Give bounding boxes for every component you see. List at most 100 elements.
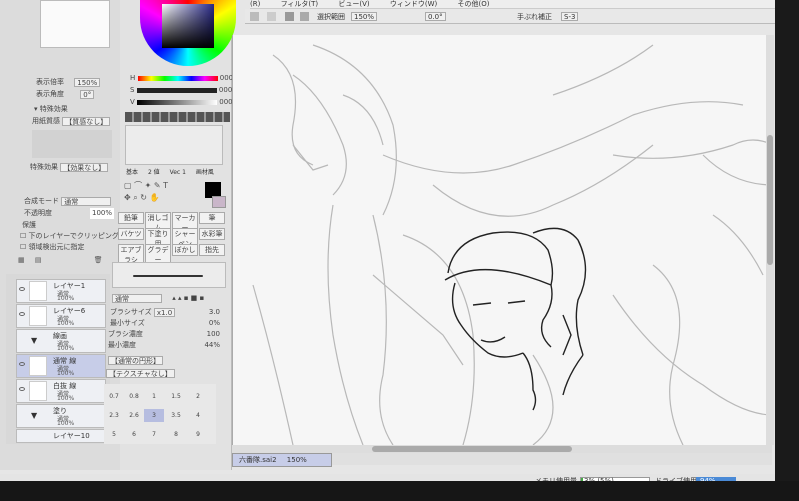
size-preset[interactable]: 7 — [144, 428, 164, 441]
scratchpad[interactable] — [125, 125, 223, 165]
size-preset[interactable]: 2.3 — [104, 409, 124, 422]
nav-zoom-value[interactable]: 150% — [74, 77, 101, 87]
blend-select[interactable]: 通常 — [61, 196, 112, 206]
angle-input[interactable]: 0.0° — [425, 12, 446, 21]
tool-pencil[interactable]: 鉛筆 — [118, 212, 144, 224]
menu-item-partial[interactable]: (R) — [250, 0, 260, 8]
layer-item[interactable]: レイヤー10 — [16, 429, 106, 443]
tool-brush[interactable]: 筆 — [199, 212, 225, 224]
toolbar-swatch-2[interactable] — [267, 12, 276, 21]
sat-slider[interactable] — [136, 87, 217, 93]
layer-item[interactable]: レイヤー1 通常 100% — [16, 279, 106, 303]
brush-mode-select[interactable]: 通常 — [112, 293, 162, 303]
zoom-select[interactable]: 150% — [351, 12, 378, 21]
tool-icons: ▢ ⌒ ✦ ✎ T ✥ ⌕ ↻ ✋ — [124, 180, 204, 204]
size-preset-selected[interactable]: 3 — [144, 409, 164, 422]
brush-icon[interactable]: ✎ — [154, 181, 161, 190]
eye-icon[interactable] — [19, 362, 25, 366]
layer-item[interactable]: レイヤー6 通常 100% — [16, 304, 106, 328]
hue-label: H — [130, 74, 136, 82]
drawing-canvas[interactable] — [232, 35, 774, 446]
tool-tab-binary[interactable]: 2 値 — [148, 169, 160, 176]
min-size-value[interactable]: 0% — [209, 318, 220, 329]
paper-label: 用紙質感 — [32, 117, 60, 125]
lasso-icon[interactable]: ⌒ — [134, 181, 142, 190]
hand-icon[interactable]: ✋ — [150, 193, 160, 202]
tool-finger[interactable]: 指先 — [199, 244, 225, 256]
brush-size-value[interactable]: 3.0 — [209, 307, 220, 318]
density-value[interactable]: 100 — [207, 329, 220, 340]
folder-expand-icon[interactable]: ▼ — [31, 336, 37, 345]
size-preset[interactable]: 3.5 — [166, 409, 186, 422]
size-preset[interactable]: 0.7 — [104, 390, 124, 403]
tool-tab-vec[interactable]: Vec 1 — [170, 169, 186, 176]
size-preset[interactable]: 2.6 — [124, 409, 144, 422]
size-preset[interactable]: 6 — [124, 428, 144, 441]
size-preset[interactable]: 1.5 — [166, 390, 186, 403]
detect-checkbox[interactable]: ☐ — [20, 243, 26, 251]
hue-row: H 000 — [130, 73, 240, 84]
hue-slider[interactable] — [137, 75, 218, 81]
document-tab-bar: 六番隊.sai2 150% — [232, 453, 772, 467]
effect-select[interactable]: 【効果なし】 — [60, 162, 109, 172]
h-scrollbar-thumb[interactable] — [372, 446, 572, 452]
size-preset[interactable]: 9 — [188, 428, 208, 441]
brush-shape-select[interactable]: 【通常の円形】 — [108, 355, 163, 365]
min-density-value[interactable]: 44% — [204, 340, 220, 351]
tool-watercolor[interactable]: 水彩筆 — [199, 228, 225, 240]
brush-size-mult[interactable]: x1.0 — [153, 307, 176, 317]
text-icon[interactable]: T — [163, 181, 168, 190]
vertical-scrollbar[interactable] — [766, 35, 774, 445]
sat-value: 000 — [218, 86, 233, 94]
layer-item[interactable]: 白抜 線通常 100% — [16, 379, 106, 403]
layer-folder[interactable]: ▼ 線画 通常 100% — [16, 329, 106, 353]
color-square[interactable] — [162, 4, 214, 48]
tool-bucket[interactable]: バケツ — [118, 228, 144, 240]
chevron-down-icon[interactable]: ▾ — [34, 105, 38, 113]
size-preset[interactable]: 4 — [188, 409, 208, 422]
eye-icon[interactable] — [19, 287, 25, 291]
folder-expand-icon[interactable]: ▼ — [31, 411, 37, 420]
menu-item-window[interactable]: ウィンドウ(W) — [390, 0, 437, 8]
size-preset[interactable]: 8 — [166, 428, 186, 441]
paper-select[interactable]: 【質感なし】 — [62, 116, 111, 126]
delete-layer-icon[interactable]: 🗑 — [94, 256, 103, 264]
eye-icon[interactable] — [19, 312, 25, 316]
menu-item-filter[interactable]: フィルタ(T) — [281, 0, 319, 8]
layer-item-selected[interactable]: 通常 線通常 100% — [16, 354, 106, 378]
toolbar-swatch-4[interactable] — [300, 12, 309, 21]
size-preset[interactable]: 0.8 — [124, 390, 144, 403]
swatch-palette[interactable] — [125, 112, 230, 122]
scrollbar-thumb[interactable] — [767, 135, 773, 265]
tool-blur[interactable]: ぼかし — [172, 244, 198, 256]
rotate-icon[interactable]: ↻ — [140, 193, 147, 202]
select-icon[interactable]: ▢ — [124, 181, 132, 190]
layer-folder[interactable]: ▼ 塗り 通常 100% — [16, 404, 106, 428]
min-density-row: 最小濃度 44% — [108, 340, 222, 351]
new-layer-icon[interactable]: ▦ — [18, 256, 25, 264]
move-icon[interactable]: ✥ — [124, 193, 131, 202]
horizontal-scrollbar[interactable] — [232, 445, 772, 453]
brush-texture-select[interactable]: 【テクスチャなし】 — [106, 368, 175, 378]
tool-tab-basic[interactable]: 基本 — [126, 169, 138, 176]
brush-shape-icons[interactable]: ▴ ▴ ▪ ■ ▪ — [172, 294, 204, 302]
bg-color-swatch[interactable] — [212, 196, 226, 208]
clip-checkbox[interactable]: ☐ — [20, 232, 26, 240]
document-tab[interactable]: 六番隊.sai2 150% — [232, 453, 332, 467]
new-folder-icon[interactable]: ▤ — [35, 256, 42, 264]
size-preset[interactable]: 1 — [144, 390, 164, 403]
zoom-icon[interactable]: ⌕ — [133, 193, 137, 202]
toolbar-swatch-1[interactable] — [250, 12, 259, 21]
size-preset[interactable]: 5 — [104, 428, 124, 441]
opacity-value[interactable]: 100% — [89, 208, 114, 219]
nav-angle-value[interactable]: 0° — [80, 89, 95, 99]
stabilizer-select[interactable]: S-3 — [561, 12, 579, 21]
eye-icon[interactable] — [19, 387, 25, 391]
menu-item-other[interactable]: その他(O) — [458, 0, 490, 8]
val-slider[interactable] — [137, 99, 218, 105]
wand-icon[interactable]: ✦ — [145, 181, 152, 190]
tool-tab-paint[interactable]: 画材風 — [196, 169, 214, 176]
toolbar-swatch-3[interactable] — [285, 12, 294, 21]
menu-item-view[interactable]: ビュー(V) — [338, 0, 369, 8]
size-preset[interactable]: 2 — [188, 390, 208, 403]
